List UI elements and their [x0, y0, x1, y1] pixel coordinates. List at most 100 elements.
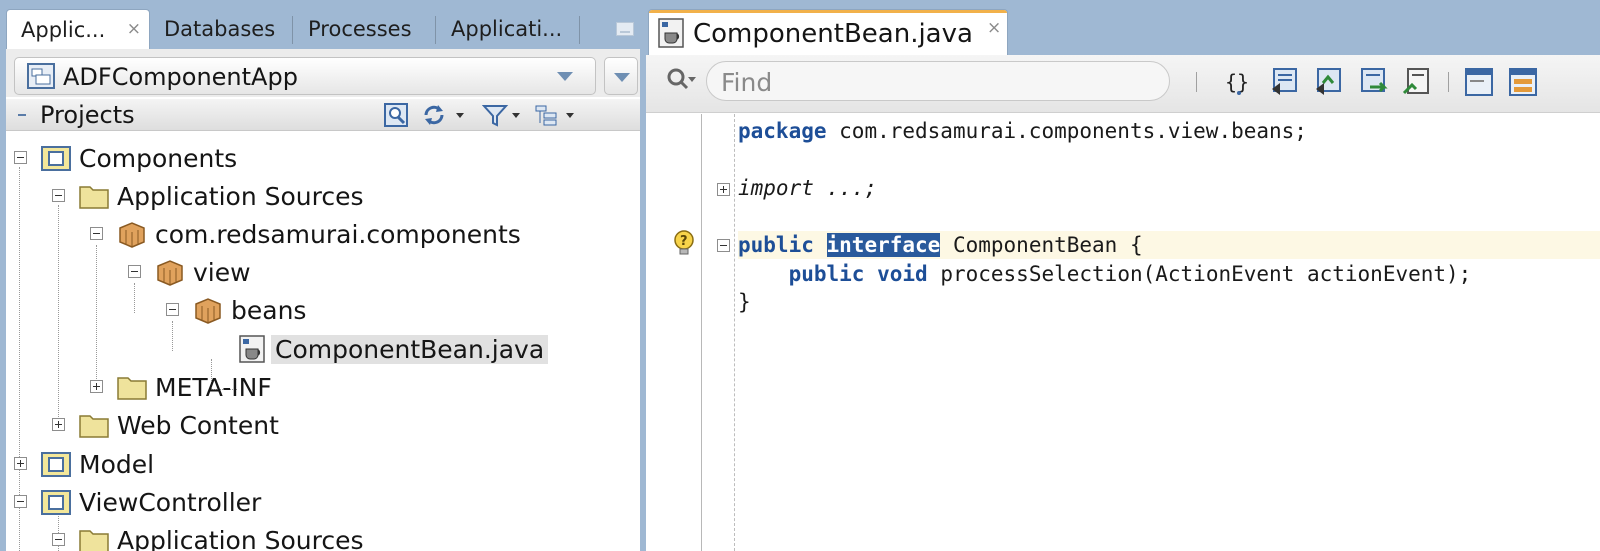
chevron-down-icon: [614, 73, 630, 82]
package-icon: [119, 222, 145, 248]
tree-item-beans[interactable]: beans: [166, 292, 310, 328]
keyword: public: [788, 262, 865, 286]
editor-body: Find {} ? package com.redsamurai.compone…: [646, 55, 1600, 551]
tree-item-web-content[interactable]: Web Content: [52, 407, 283, 443]
collapse-icon[interactable]: [52, 533, 65, 546]
find-input[interactable]: Find: [706, 61, 1170, 101]
collapse-icon[interactable]: [90, 227, 103, 240]
tree-item-label: Model: [79, 449, 155, 479]
braces-icon[interactable]: {}: [1224, 67, 1254, 97]
tree-item-components[interactable]: Components: [14, 140, 241, 176]
keyword: void: [877, 262, 928, 286]
keyword: package: [738, 119, 827, 143]
code-area[interactable]: package com.redsamurai.components.view.b…: [738, 114, 1600, 551]
code-text: processSelection(ActionEvent actionEvent…: [927, 262, 1472, 286]
code-editor: ComponentBean.java × Find {} ? package c…: [646, 0, 1600, 551]
line-gutter: [646, 114, 702, 551]
tree-guide: [58, 205, 59, 427]
code-line: public void processSelection(ActionEvent…: [738, 260, 1600, 288]
project-folder-icon: [41, 490, 71, 515]
code-text: ...;: [813, 176, 878, 200]
collapse-icon[interactable]: [717, 239, 730, 252]
source-view-icon[interactable]: [1464, 67, 1494, 97]
find-placeholder: Find: [721, 68, 773, 97]
tab-separator: [435, 16, 436, 44]
tree-item-model[interactable]: Model: [14, 446, 158, 482]
application-navigator: Applic... × Databases Processes Applicat…: [0, 0, 646, 551]
tree-item-application-sources[interactable]: Application Sources: [52, 522, 368, 551]
tree-guide: [96, 245, 97, 389]
tab-label: Processes: [308, 17, 412, 41]
tree-item-label: ViewController: [79, 487, 262, 517]
tab-separator: [579, 16, 580, 44]
close-icon[interactable]: ×: [127, 19, 141, 39]
next-change-icon[interactable]: [1314, 67, 1344, 97]
editor-toolbar: Find {}: [646, 55, 1600, 113]
zoom-icon[interactable]: [384, 103, 408, 127]
code-line-current: public interface ComponentBean {: [738, 231, 1600, 259]
code-line: import ...;: [738, 174, 1600, 202]
tab-label: Applicati...: [451, 17, 563, 41]
collapse-icon[interactable]: [14, 151, 27, 164]
tab-processes[interactable]: Processes: [294, 9, 434, 49]
code-line: package com.redsamurai.components.view.b…: [738, 117, 1600, 145]
svg-text:?: ?: [680, 234, 688, 249]
expand-icon[interactable]: [90, 380, 103, 393]
projects-title: Projects: [40, 101, 135, 129]
refresh-icon[interactable]: [422, 103, 468, 127]
selected-text: interface: [826, 233, 941, 257]
tree-item-label: beans: [231, 295, 307, 325]
application-menu-button[interactable]: [604, 57, 638, 95]
tab-label: Applic...: [21, 17, 106, 42]
chevron-down-icon: [557, 72, 573, 81]
next-bookmark-icon[interactable]: [1358, 67, 1388, 97]
editor-tab-componentbean[interactable]: ComponentBean.java ×: [648, 9, 1008, 55]
tree-item-package[interactable]: com.redsamurai.components: [90, 216, 525, 252]
collapse-icon[interactable]: [52, 189, 65, 202]
application-icon: [27, 63, 55, 89]
application-bar: ADFComponentApp: [6, 49, 640, 97]
java-file-icon: [658, 18, 684, 48]
close-icon[interactable]: ×: [987, 18, 1001, 38]
tree-item-view[interactable]: view: [128, 254, 255, 290]
expand-icon[interactable]: [717, 183, 730, 196]
toggle-bookmark-icon[interactable]: [1402, 67, 1432, 97]
tree-item-label: Application Sources: [117, 525, 364, 551]
collapse-icon[interactable]: [128, 265, 141, 278]
tree-item-label: Application Sources: [117, 181, 364, 211]
collapse-icon[interactable]: [14, 495, 27, 508]
collapse-icon[interactable]: [16, 109, 28, 121]
keyword: import: [738, 176, 814, 200]
tab-label: Databases: [164, 17, 276, 41]
tree-item-label: view: [193, 257, 251, 287]
tree-item-componentbean-java[interactable]: ComponentBean.java: [237, 331, 549, 367]
search-icon[interactable]: [666, 67, 698, 93]
collapse-icon[interactable]: [166, 303, 179, 316]
tree-item-application-sources[interactable]: Application Sources: [52, 178, 368, 214]
application-selector[interactable]: ADFComponentApp: [14, 57, 596, 95]
lightbulb-icon[interactable]: ?: [672, 230, 696, 256]
expand-icon[interactable]: [52, 418, 65, 431]
previous-change-icon[interactable]: [1270, 67, 1300, 97]
tree-item-label: com.redsamurai.components: [155, 219, 521, 249]
tab-applications[interactable]: Applic... ×: [6, 9, 150, 49]
code-text: com.redsamurai.components.view.beans;: [826, 119, 1307, 143]
project-folder-icon: [41, 452, 71, 477]
design-view-icon[interactable]: [1508, 67, 1538, 97]
folder-icon: [117, 377, 147, 400]
editor-tab-label: ComponentBean.java: [693, 19, 973, 49]
tree-options-icon[interactable]: [534, 103, 580, 127]
package-icon: [157, 260, 183, 286]
minimize-icon[interactable]: [616, 22, 634, 36]
tree-item-viewcontroller[interactable]: ViewController: [14, 484, 265, 520]
application-name: ADFComponentApp: [63, 63, 298, 91]
expand-icon[interactable]: [14, 457, 27, 470]
tree-item-label: ComponentBean.java: [271, 334, 549, 364]
tree-item-label: Components: [79, 143, 238, 173]
tree-item-meta-inf[interactable]: META-INF: [90, 369, 276, 405]
tab-application-resources[interactable]: Applicati...: [437, 9, 577, 49]
tab-databases[interactable]: Databases: [150, 9, 290, 49]
filter-icon[interactable]: [482, 103, 528, 127]
code-text: ComponentBean {: [940, 233, 1143, 257]
